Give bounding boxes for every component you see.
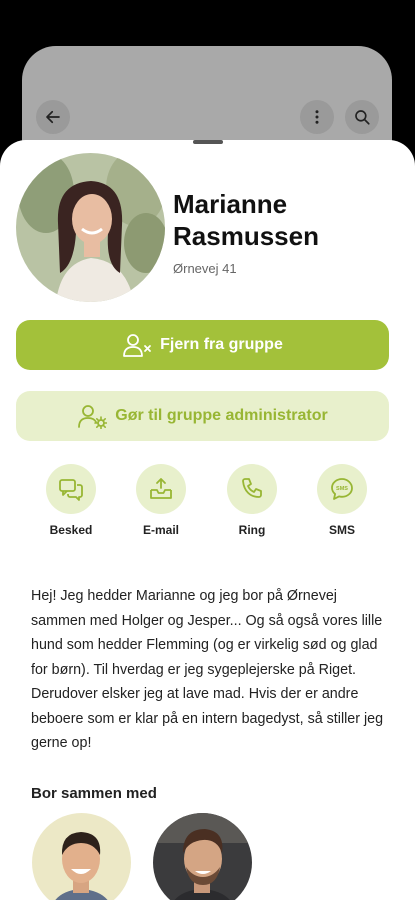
action-call-circle: [227, 464, 277, 514]
search-button[interactable]: [345, 100, 379, 134]
roommates-title: Bor sammen med: [31, 785, 157, 802]
search-icon: [355, 110, 370, 125]
roommate-avatar[interactable]: [153, 813, 252, 900]
action-sms-label: SMS: [328, 523, 355, 537]
back-button[interactable]: [36, 100, 70, 134]
inbox-upload-icon: [150, 478, 172, 499]
roommate-avatar[interactable]: [32, 813, 131, 900]
action-sms-circle: SMS: [317, 464, 367, 514]
profile-sheet: Marianne Rasmussen Ørnevej 41 Fjern fra …: [0, 140, 415, 900]
more-button[interactable]: [300, 100, 334, 134]
arrow-left-icon: [46, 110, 60, 124]
action-email-label: E-mail: [142, 523, 179, 537]
action-message[interactable]: Besked: [41, 464, 101, 537]
chat-icon: [59, 479, 83, 501]
user-settings-icon: [78, 405, 108, 429]
drag-handle[interactable]: [193, 140, 223, 144]
profile-name: Marianne Rasmussen: [173, 189, 319, 251]
profile-bio: Hej! Jeg hedder Marianne og jeg bor på Ø…: [31, 588, 384, 751]
profile-avatar: [16, 153, 165, 302]
sms-icon: SMS: [331, 478, 353, 500]
profile-address: Ørnevej 41: [173, 261, 237, 276]
svg-text:SMS: SMS: [336, 486, 348, 492]
phone-icon: [242, 478, 262, 498]
action-sms[interactable]: SMS SMS: [312, 464, 372, 537]
action-email-circle: [136, 464, 186, 514]
more-vertical-icon: [315, 110, 319, 124]
user-remove-icon: [123, 334, 152, 357]
make-admin-button[interactable]: Gør til gruppe administrator: [16, 391, 389, 441]
action-email[interactable]: E-mail: [131, 464, 191, 537]
remove-from-group-label: Fjern fra gruppe: [160, 336, 283, 353]
action-message-circle: [46, 464, 96, 514]
make-admin-label: Gør til gruppe administrator: [115, 407, 328, 424]
remove-from-group-button[interactable]: Fjern fra gruppe: [16, 320, 389, 370]
action-message-label: Besked: [49, 523, 93, 537]
action-call[interactable]: Ring: [222, 464, 282, 537]
action-call-label: Ring: [238, 523, 266, 537]
